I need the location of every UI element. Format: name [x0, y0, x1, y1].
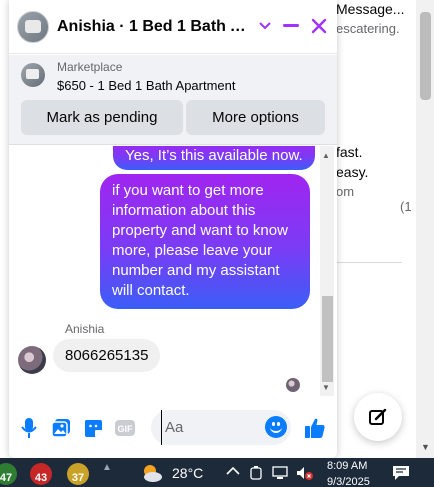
scroll-down-arrow-icon[interactable]: ▼	[322, 383, 330, 392]
notification-icon[interactable]	[392, 465, 410, 484]
show-hidden-icons-chevron-icon[interactable]	[226, 464, 240, 479]
message-bubble-incoming[interactable]: 8066265135	[53, 339, 161, 372]
chat-header[interactable]: Anishia · 1 Bed 1 Bath Apar...	[9, 0, 337, 54]
sticker-icon[interactable]	[81, 416, 105, 440]
new-message-button[interactable]	[354, 393, 402, 441]
close-icon[interactable]	[307, 14, 331, 38]
message-list: Yes, It’s this available now. if you wan…	[9, 146, 337, 396]
taskbar-app-badge[interactable]: 43	[30, 463, 52, 485]
scroll-up-arrow-icon[interactable]: ▲	[322, 151, 330, 160]
battery-saver-icon[interactable]	[250, 466, 262, 483]
bg-text-easy: easy.	[336, 164, 369, 180]
like-thumbs-up-icon[interactable]	[303, 416, 327, 440]
message-bubble-outgoing[interactable]: Yes, It’s this available now.	[113, 146, 315, 170]
clock-time[interactable]: 8:09 AM	[327, 460, 367, 472]
minimize-icon[interactable]	[279, 14, 303, 38]
taskbar-app-badge[interactable]: 37	[67, 463, 89, 485]
windows-taskbar: 47 43 37 ▲ 28°C 8:09 AM 9/3/2025	[0, 458, 434, 487]
compose-icon	[369, 408, 387, 425]
weather-icon[interactable]	[140, 463, 164, 486]
photo-icon[interactable]	[49, 416, 73, 440]
marketplace-listing-banner: Marketplace $650 - 1 Bed 1 Bath Apartmen…	[9, 55, 337, 145]
listing-description[interactable]: $650 - 1 Bed 1 Bath Apartment	[57, 78, 236, 93]
message-bubble-outgoing[interactable]: if you want to get more information abou…	[100, 174, 310, 309]
page-scrollbar-thumb[interactable]	[420, 12, 431, 100]
more-options-button[interactable]: More options	[186, 100, 325, 135]
svg-text:GIF: GIF	[118, 424, 134, 434]
weather-temperature[interactable]: 28°C	[172, 465, 203, 481]
listing-source-label: Marketplace	[57, 60, 123, 74]
bg-text-om: om	[336, 184, 355, 199]
gif-icon[interactable]: GIF	[113, 416, 137, 440]
message-input[interactable]	[161, 410, 261, 445]
message-scrollbar-thumb[interactable]	[322, 296, 333, 382]
message-input-wrapper[interactable]	[151, 410, 291, 445]
taskbar-app-badge[interactable]: 47	[0, 463, 17, 485]
bg-text-count: (1	[400, 199, 412, 214]
volume-muted-icon[interactable]	[296, 466, 314, 483]
chat-window: Anishia · 1 Bed 1 Bath Apar... Marketpla…	[9, 0, 337, 458]
sender-name: Anishia	[65, 322, 105, 336]
message-composer: GIF	[9, 400, 337, 458]
mark-as-pending-button[interactable]: Mark as pending	[21, 100, 183, 135]
overflow-arrow-icon[interactable]: ▲	[102, 462, 112, 473]
seen-indicator-avatar	[286, 378, 300, 392]
network-icon[interactable]	[272, 466, 288, 483]
clock-date[interactable]: 9/3/2025	[327, 476, 370, 487]
chat-title[interactable]: Anishia · 1 Bed 1 Bath Apar...	[57, 18, 255, 36]
chevron-down-icon[interactable]	[253, 14, 277, 38]
listing-thumbnail[interactable]	[21, 63, 45, 87]
bg-message-title: Message...	[336, 1, 405, 17]
bg-text-fast: fast.	[336, 144, 363, 160]
sender-avatar[interactable]	[18, 346, 46, 374]
bg-message-sub: escatering.	[336, 21, 400, 36]
scroll-down-arrow-icon[interactable]: ▼	[421, 442, 430, 452]
emoji-icon[interactable]	[265, 416, 287, 438]
contact-avatar[interactable]	[17, 10, 49, 43]
microphone-icon[interactable]	[17, 416, 41, 440]
bg-divider	[336, 262, 402, 263]
